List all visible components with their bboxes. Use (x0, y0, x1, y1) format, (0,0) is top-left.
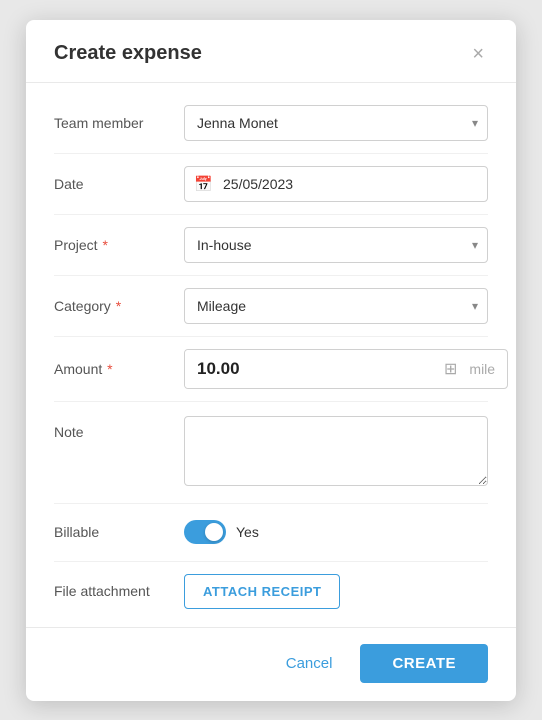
file-attachment-row: File attachment ATTACH RECEIPT (54, 562, 488, 621)
date-row: Date 📅 (54, 154, 488, 215)
file-attachment-label: File attachment (54, 583, 184, 599)
date-input[interactable] (184, 166, 488, 202)
attach-receipt-button[interactable]: ATTACH RECEIPT (184, 574, 340, 609)
team-member-row: Team member Jenna Monet ▾ (54, 93, 488, 154)
toggle-slider (184, 520, 226, 544)
project-row: Project * In-house ▾ (54, 215, 488, 276)
note-label: Note (54, 416, 184, 440)
billable-label: Billable (54, 524, 184, 540)
category-row: Category * Mileage ▾ (54, 276, 488, 337)
file-attachment-control: ATTACH RECEIPT (184, 574, 488, 609)
dialog-body: Team member Jenna Monet ▾ Date 📅 (26, 83, 516, 627)
dialog-footer: Cancel CREATE (26, 627, 516, 701)
category-select[interactable]: Mileage (184, 288, 488, 324)
date-label: Date (54, 176, 184, 192)
billable-yes-label: Yes (236, 524, 259, 540)
category-select-wrapper: Mileage ▾ (184, 288, 488, 324)
close-button[interactable]: × (468, 42, 488, 66)
amount-input[interactable] (185, 350, 436, 388)
billable-toggle-row: Yes (184, 520, 488, 544)
amount-control: ⊞ mile (184, 349, 508, 389)
amount-unit: mile (465, 361, 507, 377)
create-expense-dialog: Create expense × Team member Jenna Monet… (26, 20, 516, 701)
date-control: 📅 (184, 166, 488, 202)
project-label: Project * (54, 237, 184, 253)
date-wrapper: 📅 (184, 166, 488, 202)
dialog-header: Create expense × (26, 20, 516, 83)
team-member-select[interactable]: Jenna Monet (184, 105, 488, 141)
project-required-star: * (99, 237, 108, 253)
project-control: In-house ▾ (184, 227, 488, 263)
amount-grid-icon: ⊞ (436, 359, 465, 379)
cancel-button[interactable]: Cancel (270, 645, 349, 682)
amount-row: Amount * ⊞ mile (54, 337, 488, 402)
billable-toggle[interactable] (184, 520, 226, 544)
project-select-wrapper: In-house ▾ (184, 227, 488, 263)
dialog-title: Create expense (54, 42, 202, 65)
billable-control: Yes (184, 520, 488, 544)
amount-wrapper: ⊞ mile (184, 349, 508, 389)
amount-required-star: * (103, 361, 112, 377)
team-member-select-wrapper: Jenna Monet ▾ (184, 105, 488, 141)
category-control: Mileage ▾ (184, 288, 488, 324)
note-row: Note (54, 402, 488, 504)
note-textarea[interactable] (184, 416, 488, 486)
amount-label: Amount * (54, 361, 184, 377)
category-required-star: * (112, 298, 121, 314)
billable-row: Billable Yes (54, 504, 488, 562)
note-control (184, 416, 488, 491)
project-select[interactable]: In-house (184, 227, 488, 263)
team-member-control: Jenna Monet ▾ (184, 105, 488, 141)
create-button[interactable]: CREATE (360, 644, 488, 683)
category-label: Category * (54, 298, 184, 314)
team-member-label: Team member (54, 115, 184, 131)
